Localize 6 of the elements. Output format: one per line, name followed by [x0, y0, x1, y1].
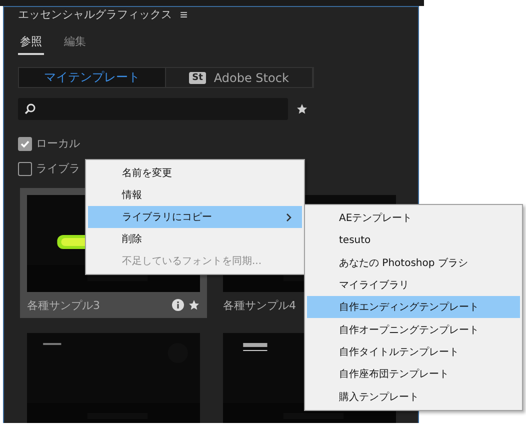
stock-badge-icon: St: [189, 72, 206, 84]
template-name: 各種サンプル3: [27, 298, 100, 312]
checkbox-label: ライブラ: [36, 161, 80, 176]
checkbox-label: ローカル: [36, 136, 80, 151]
panel-title: エッセンシャルグラフィックス: [18, 7, 172, 22]
template-name: 各種サンプル4: [223, 298, 296, 312]
